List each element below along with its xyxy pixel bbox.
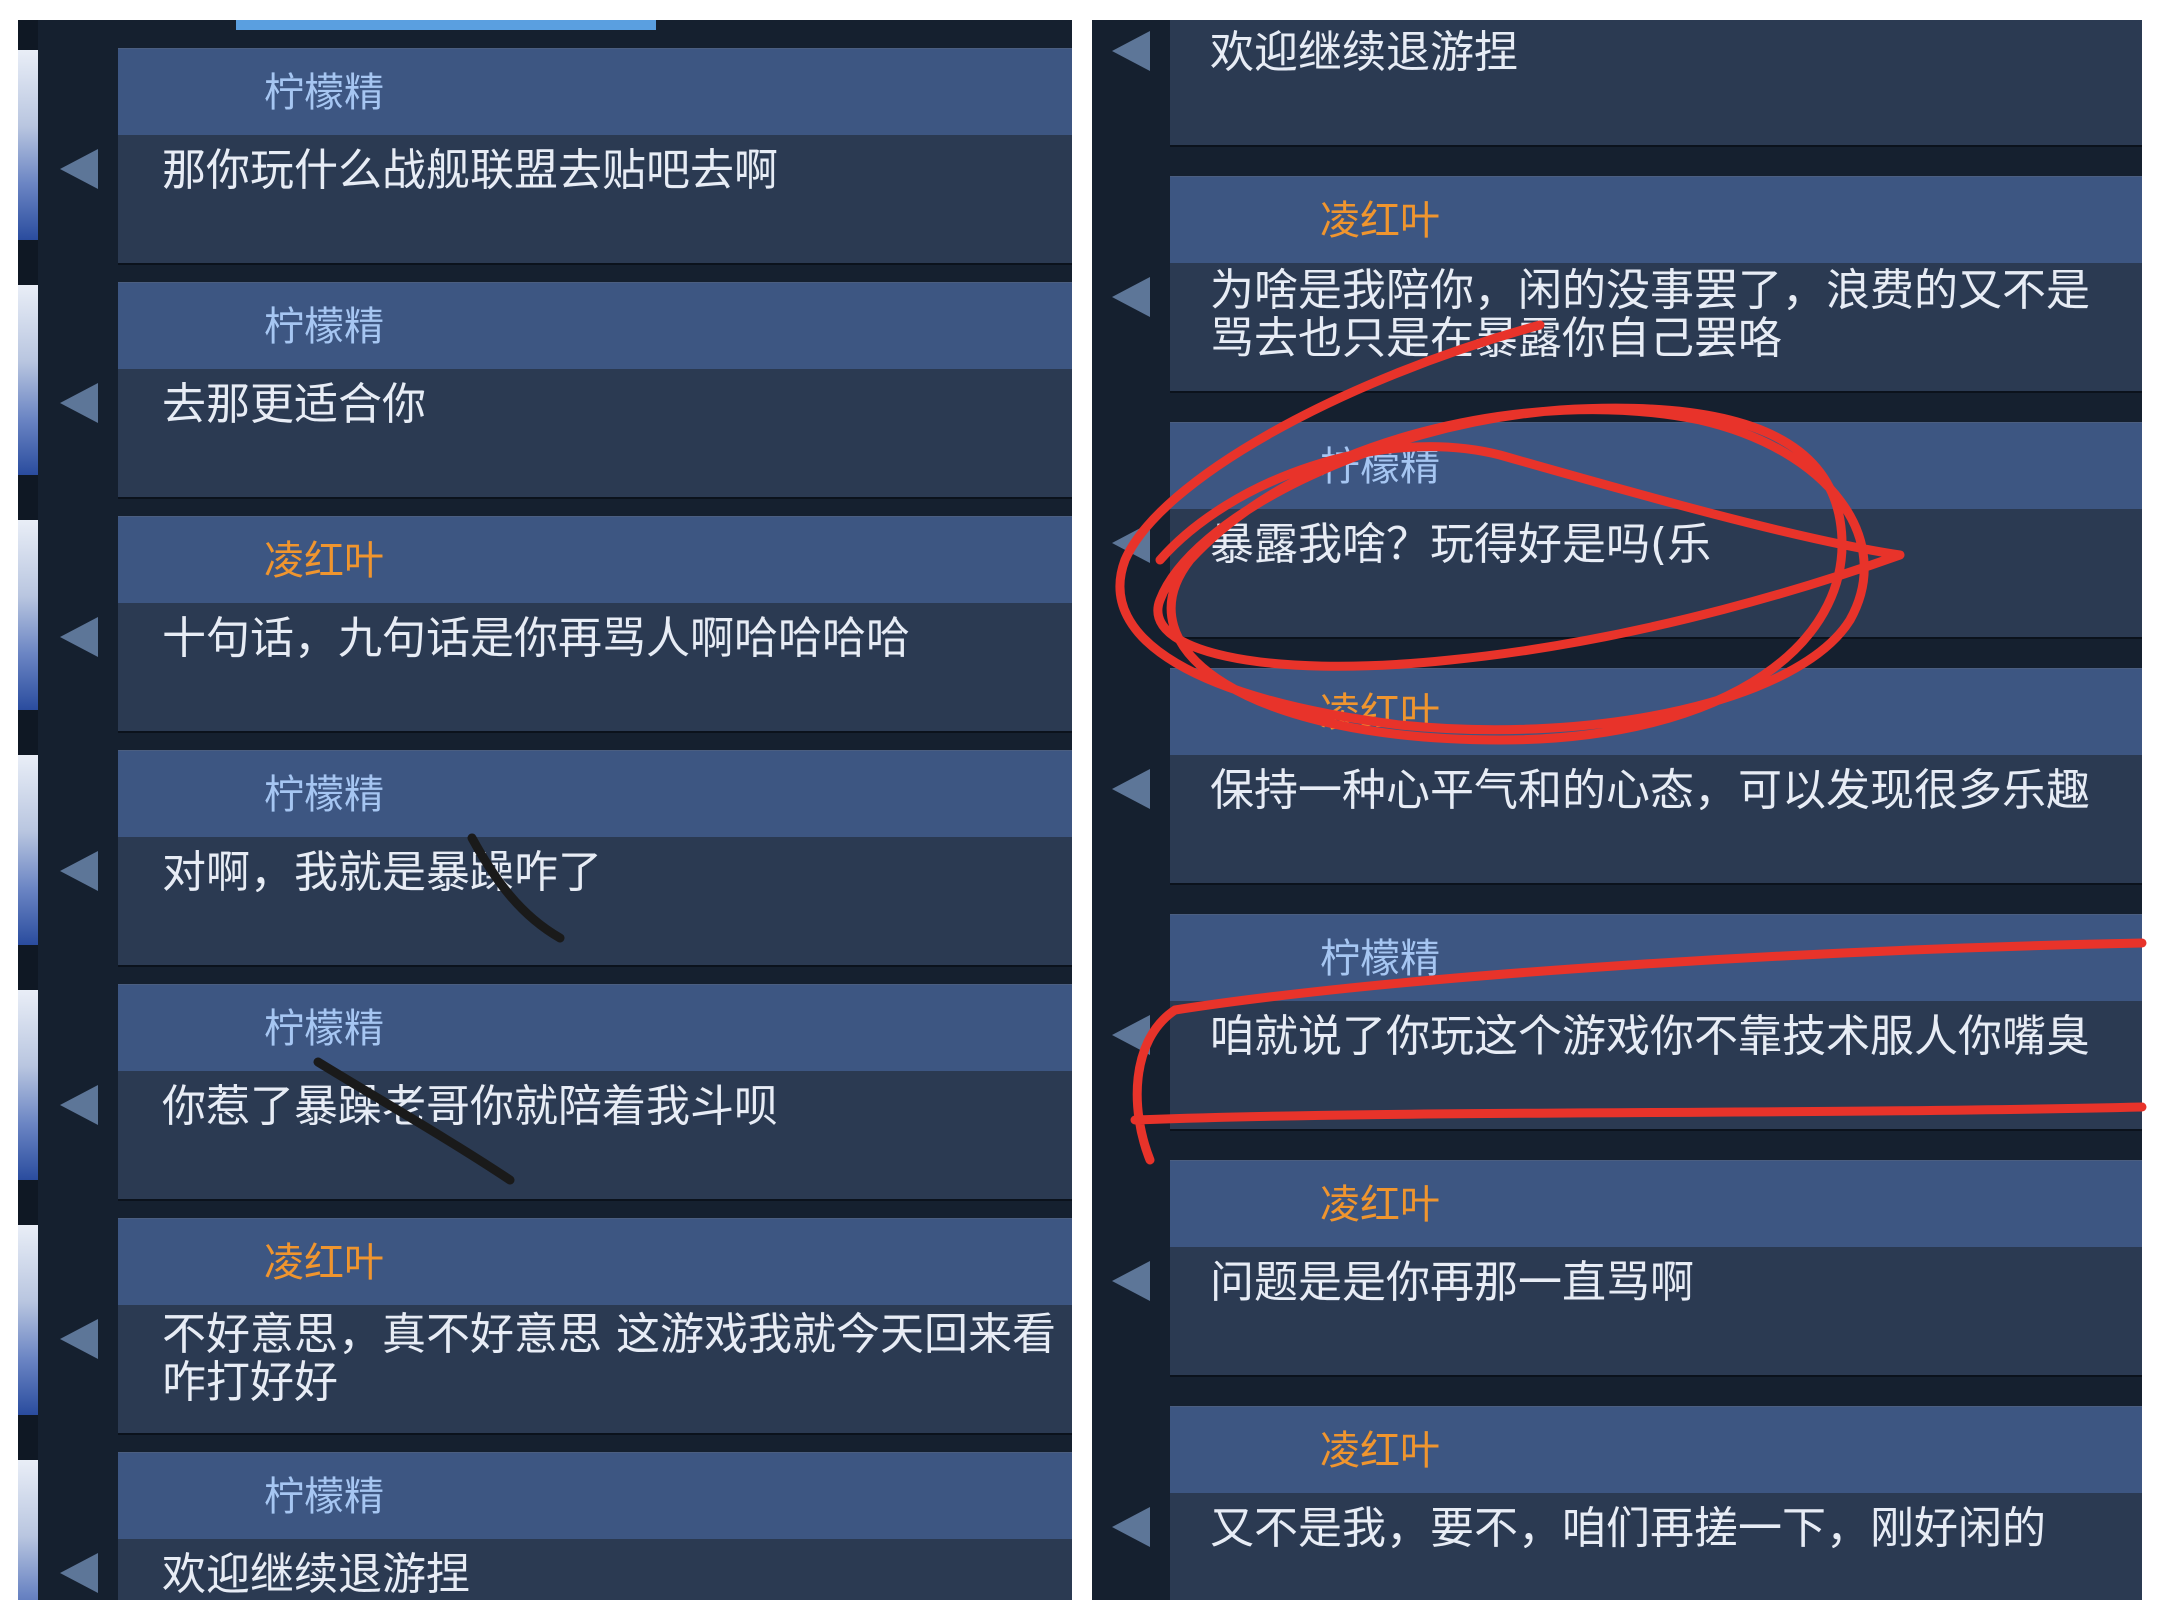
message-text: 问题是是你再那一直骂啊: [1210, 1259, 1694, 1307]
sender-bar: [118, 985, 1072, 1071]
chat-message: 柠檬精 去那更适合你: [60, 282, 1072, 497]
speech-pointer-icon: [60, 149, 98, 189]
sender-bar: [1170, 915, 2142, 1001]
sender-name[interactable]: 柠檬精: [1320, 443, 1440, 491]
message-text: 十句话，九句话是你再骂人啊哈哈哈哈: [162, 615, 910, 663]
avatar[interactable]: [18, 1460, 38, 1600]
avatar-strip: [18, 20, 38, 1600]
avatar[interactable]: [18, 990, 38, 1180]
message-text: 去那更适合你: [162, 381, 426, 429]
avatar[interactable]: [18, 520, 38, 710]
speech-pointer-icon: [1112, 769, 1150, 809]
sender-name[interactable]: 凌红叶: [1320, 197, 1440, 245]
speech-pointer-icon: [1112, 1507, 1150, 1547]
sender-bar: [1170, 423, 2142, 509]
speech-pointer-icon: [60, 1553, 98, 1593]
message-text: 不好意思，真不好意思 这游戏我就今天回来看 咋打好好: [162, 1311, 1056, 1407]
active-tab-indicator[interactable]: [236, 20, 656, 30]
chat-message: 柠檬精 那你玩什么战舰联盟去贴吧去啊: [60, 48, 1072, 263]
chat-message: 凌红叶 为啥是我陪你，闲的没事罢了，浪费的又不是 骂去也只是在暴露你自己罢咯: [1112, 176, 2142, 391]
message-text: 暴露我啥？玩得好是吗(乐: [1210, 521, 1712, 569]
avatar[interactable]: [18, 1225, 38, 1415]
speech-pointer-icon: [60, 1085, 98, 1125]
chat-message: 柠檬精 你惹了暴躁老哥你就陪着我斗呗: [60, 984, 1072, 1199]
chat-message: 凌红叶 问题是是你再那一直骂啊: [1112, 1160, 2142, 1375]
chat-message: 凌红叶 十句话，九句话是你再骂人啊哈哈哈哈: [60, 516, 1072, 731]
chat-message: 柠檬精 对啊，我就是暴躁咋了: [60, 750, 1072, 965]
message-text: 欢迎继续退游捏: [1210, 29, 1518, 77]
chat-message: 柠檬精 暴露我啥？玩得好是吗(乐: [1112, 422, 2142, 637]
speech-pointer-icon: [60, 383, 98, 423]
sender-bar: [1170, 1407, 2142, 1493]
chat-message: 柠檬精 欢迎继续退游捏: [60, 1452, 1072, 1600]
chat-panel-right: 欢迎继续退游捏 凌红叶 为啥是我陪你，闲的没事罢了，浪费的又不是 骂去也只是在暴…: [1092, 20, 2142, 1600]
chat-message: 凌红叶 又不是我，要不，咱们再搓一下，刚好闲的: [1112, 1406, 2142, 1600]
sender-bar: [1170, 177, 2142, 263]
sender-bar: [118, 751, 1072, 837]
message-text: 又不是我，要不，咱们再搓一下，刚好闲的: [1210, 1505, 2046, 1553]
sender-name[interactable]: 柠檬精: [264, 303, 384, 351]
sender-name[interactable]: 柠檬精: [264, 771, 384, 819]
sender-name[interactable]: 柠檬精: [264, 1473, 384, 1521]
sender-bar: [118, 283, 1072, 369]
speech-pointer-icon: [60, 1319, 98, 1359]
chat-message: 欢迎继续退游捏: [1112, 20, 2142, 145]
message-text: 保持一种心平气和的心态，可以发现很多乐趣: [1210, 767, 2090, 815]
sender-name[interactable]: 柠檬精: [264, 1005, 384, 1053]
sender-name[interactable]: 凌红叶: [1320, 1181, 1440, 1229]
speech-pointer-icon: [1112, 1015, 1150, 1055]
avatar[interactable]: [18, 50, 38, 240]
speech-pointer-icon: [1112, 31, 1150, 71]
sender-bar: [118, 517, 1072, 603]
speech-pointer-icon: [60, 617, 98, 657]
chat-message: 凌红叶 不好意思，真不好意思 这游戏我就今天回来看 咋打好好: [60, 1218, 1072, 1433]
sender-name[interactable]: 凌红叶: [1320, 689, 1440, 737]
sender-name[interactable]: 柠檬精: [1320, 935, 1440, 983]
speech-pointer-icon: [60, 851, 98, 891]
sender-bar: [1170, 1161, 2142, 1247]
message-text: 对啊，我就是暴躁咋了: [162, 849, 602, 897]
sender-bar: [118, 49, 1072, 135]
message-text: 为啥是我陪你，闲的没事罢了，浪费的又不是 骂去也只是在暴露你自己罢咯: [1210, 267, 2090, 363]
avatar[interactable]: [18, 755, 38, 945]
message-text: 那你玩什么战舰联盟去贴吧去啊: [162, 147, 778, 195]
sender-name[interactable]: 凌红叶: [1320, 1427, 1440, 1475]
sender-bar: [118, 1219, 1072, 1305]
speech-pointer-icon: [1112, 1261, 1150, 1301]
avatar[interactable]: [18, 285, 38, 475]
sender-bar: [1170, 669, 2142, 755]
speech-pointer-icon: [1112, 523, 1150, 563]
message-text: 你惹了暴躁老哥你就陪着我斗呗: [162, 1083, 778, 1131]
sender-bar: [118, 1453, 1072, 1539]
sender-name[interactable]: 凌红叶: [264, 1239, 384, 1287]
sender-name[interactable]: 凌红叶: [264, 537, 384, 585]
chat-message: 柠檬精 咱就说了你玩这个游戏你不靠技术服人你嘴臭: [1112, 914, 2142, 1129]
chat-message: 凌红叶 保持一种心平气和的心态，可以发现很多乐趣: [1112, 668, 2142, 883]
speech-pointer-icon: [1112, 277, 1150, 317]
chat-panel-left: 柠檬精 那你玩什么战舰联盟去贴吧去啊 柠檬精 去那更适合你 凌红叶 十句话，九句…: [18, 20, 1072, 1600]
message-text: 咱就说了你玩这个游戏你不靠技术服人你嘴臭: [1210, 1013, 2090, 1061]
message-text: 欢迎继续退游捏: [162, 1551, 470, 1599]
sender-name[interactable]: 柠檬精: [264, 69, 384, 117]
